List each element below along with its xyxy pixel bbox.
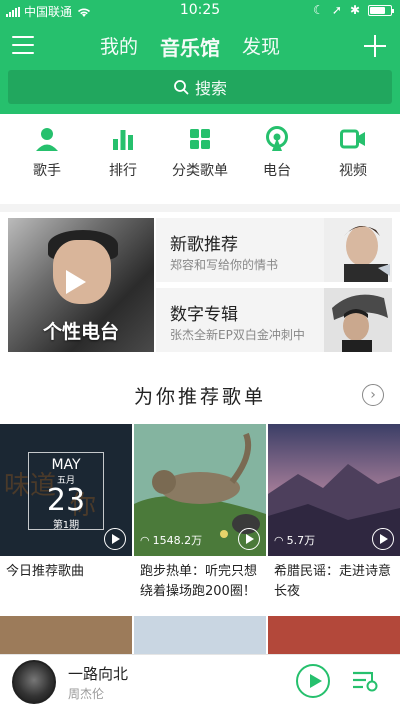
headphones-icon: ◠ (274, 533, 284, 547)
digital-album-cover-image (324, 288, 392, 352)
playlist-cover-image[interactable] (0, 616, 132, 656)
play-count-value: 1548.2万 (152, 534, 203, 547)
bluetooth-icon: ✱ (349, 3, 360, 17)
playlist-cover-image[interactable] (268, 616, 400, 656)
header: 中国联通 10:25 ☾ ➚ ✱ 我的 音乐馆 发现 搜索 (0, 0, 400, 114)
playlist-card[interactable]: ◠ 1548.2万 跑步热单：听完只想绕着操场跑200圈！ (134, 424, 266, 602)
quick-link-label: 排行 (109, 163, 137, 179)
quick-links: 歌手 排行 分类歌单 电台 视频 (0, 122, 400, 192)
video-icon (340, 129, 365, 149)
tab-my[interactable]: 我的 (100, 32, 138, 61)
chart-icon (113, 130, 133, 150)
play-count: ◠ 5.7万 (274, 532, 315, 548)
playlist-cover-image[interactable] (134, 616, 266, 656)
new-songs-cover-image (324, 218, 392, 282)
play-icon[interactable] (104, 528, 126, 550)
date-day: 23 (46, 483, 86, 518)
quick-link-label: 歌手 (33, 163, 61, 179)
playlist-card[interactable]: 味道 你 MAY 五月 23 第1期 今日推荐歌曲 (0, 424, 132, 582)
playlist-queue-icon[interactable] (352, 669, 378, 693)
promo-title: 数字专辑 (170, 305, 238, 325)
quick-link-label: 电台 (263, 163, 291, 179)
category-icon (190, 129, 210, 149)
date-month: MAY (51, 457, 81, 473)
date-issue: 第1期 (52, 520, 80, 531)
search-icon (174, 80, 189, 95)
radio-title: 个性电台 (42, 321, 119, 343)
add-icon[interactable] (364, 35, 386, 57)
battery-icon (368, 4, 394, 16)
more-chevron-icon[interactable]: › (362, 384, 384, 406)
playlist-caption: 跑步热单：听完只想绕着操场跑200圈！ (140, 564, 258, 599)
quick-link-charts[interactable]: 排行 (83, 122, 163, 180)
song-artist: 周杰伦 (68, 687, 105, 701)
search-placeholder: 搜索 (194, 79, 227, 98)
quick-link-label: 分类歌单 (172, 163, 228, 179)
section-divider (0, 204, 400, 212)
quick-link-video[interactable]: 视频 (313, 122, 393, 180)
location-icon: ➚ (331, 3, 342, 17)
promo-subtitle: 张杰全新EP双白金冲刺中 (170, 328, 305, 342)
play-button[interactable] (296, 664, 330, 698)
play-count: ◠ 1548.2万 (140, 532, 202, 548)
playlist-caption: 今日推荐歌曲 (6, 564, 85, 579)
digital-album-card[interactable]: 数字专辑 张杰全新EP双白金冲刺中 (156, 288, 392, 352)
new-songs-card[interactable]: 新歌推荐 郑容和写给你的情书 (156, 218, 392, 282)
album-art[interactable] (12, 660, 56, 704)
quick-link-singer[interactable]: 歌手 (7, 122, 87, 180)
playlist-card[interactable]: ◠ 5.7万 希腊民谣：走进诗意长夜 (268, 424, 400, 602)
quick-link-radio[interactable]: 电台 (237, 122, 317, 180)
tab-music-hall[interactable]: 音乐馆 (160, 32, 220, 61)
radio-icon (266, 126, 288, 151)
play-icon[interactable] (372, 528, 394, 550)
mini-player[interactable]: 一路向北 周杰伦 (0, 654, 400, 711)
menu-icon[interactable] (12, 36, 34, 54)
play-icon (66, 270, 86, 294)
personal-radio-card[interactable]: 个性电台 (8, 218, 154, 352)
playlist-cover-image: ◠ 1548.2万 (134, 424, 266, 556)
recommended-playlists-title: 为你推荐歌单 (133, 386, 266, 408)
play-count-value: 5.7万 (286, 534, 316, 547)
playlist-cover-image: ◠ 5.7万 (268, 424, 400, 556)
promo-subtitle: 郑容和写给你的情书 (170, 258, 279, 272)
search-bar[interactable]: 搜索 (8, 70, 392, 104)
play-icon[interactable] (238, 528, 260, 550)
nav-tabs: 我的 音乐馆 发现 (100, 32, 280, 61)
singer-icon (36, 128, 58, 151)
date-badge: MAY 五月 23 第1期 (28, 452, 104, 531)
headphones-icon: ◠ (140, 533, 150, 547)
status-bar: 中国联通 10:25 ☾ ➚ ✱ (0, 0, 400, 22)
quick-link-categories[interactable]: 分类歌单 (160, 122, 240, 180)
quick-link-label: 视频 (339, 163, 367, 179)
moon-icon: ☾ (313, 3, 324, 17)
top-nav: 我的 音乐馆 发现 (0, 26, 400, 66)
playlist-caption: 希腊民谣：走进诗意长夜 (274, 564, 392, 599)
promo-title: 新歌推荐 (170, 235, 238, 255)
tab-discover[interactable]: 发现 (242, 32, 280, 61)
playlist-cover-image: 味道 你 MAY 五月 23 第1期 (0, 424, 132, 556)
song-title: 一路向北 (68, 665, 129, 683)
